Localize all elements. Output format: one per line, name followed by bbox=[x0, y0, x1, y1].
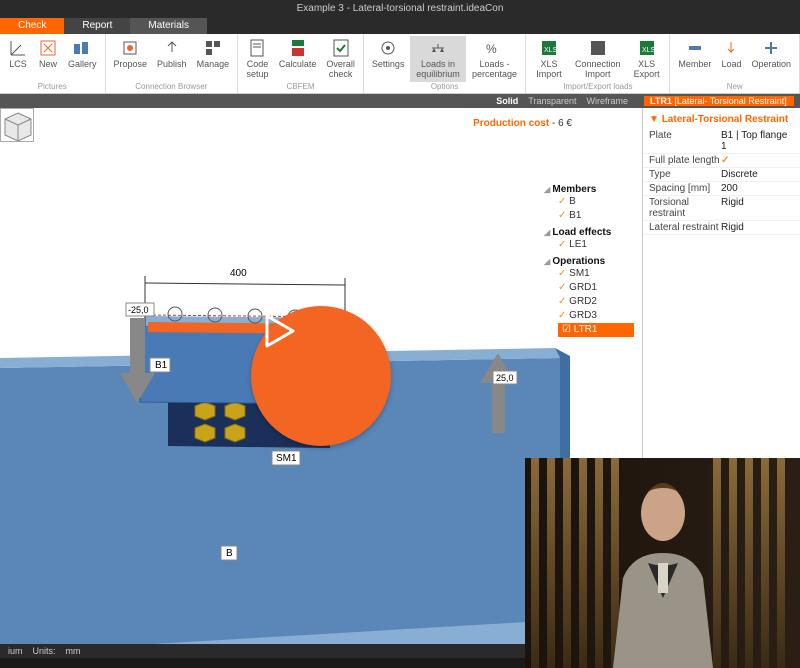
prop-spacing[interactable]: 200 bbox=[721, 183, 794, 194]
tree-item-grd3[interactable]: GRD3 bbox=[558, 309, 634, 323]
operation-button[interactable]: Operation bbox=[747, 36, 795, 82]
load-button[interactable]: Load bbox=[717, 36, 745, 82]
svg-text:XLS: XLS bbox=[642, 47, 656, 54]
lcs-button[interactable]: LCS bbox=[4, 36, 32, 82]
tree-members[interactable]: Members bbox=[544, 184, 634, 195]
production-cost: Production cost - 6 € bbox=[473, 118, 572, 129]
tree-loads[interactable]: Load effects bbox=[544, 227, 634, 238]
play-icon bbox=[251, 306, 301, 356]
view-wireframe[interactable]: Wireframe bbox=[586, 96, 628, 106]
view-solid[interactable]: Solid bbox=[496, 96, 518, 106]
tree-item-ltr1[interactable]: LTR1 bbox=[558, 323, 634, 337]
view-transparent[interactable]: Transparent bbox=[528, 96, 576, 106]
svg-text:XLS: XLS bbox=[544, 47, 558, 54]
prop-lateral[interactable]: Rigid bbox=[721, 222, 794, 233]
tree-operations[interactable]: Operations bbox=[544, 256, 634, 267]
tab-check[interactable]: Check bbox=[0, 18, 64, 34]
label-sm1b: SM1 bbox=[276, 453, 297, 464]
label-b: B bbox=[226, 548, 233, 559]
publish-button[interactable]: Publish bbox=[153, 36, 191, 82]
selection-tag: LTR1 [Lateral- Torsional Restraint] bbox=[644, 96, 794, 106]
tab-report[interactable]: Report bbox=[64, 18, 130, 34]
play-button[interactable] bbox=[251, 306, 391, 446]
presenter-overlay bbox=[525, 458, 800, 668]
calculate-button[interactable]: Calculate bbox=[275, 36, 321, 82]
dim-25: 25,0 bbox=[496, 373, 514, 383]
tree-item-b1[interactable]: B1 bbox=[558, 209, 634, 223]
xls-import-button[interactable]: XLSXLS Import bbox=[530, 36, 567, 82]
xls-export-button[interactable]: XLSXLS Export bbox=[628, 36, 666, 82]
tree-item-le1[interactable]: LE1 bbox=[558, 238, 634, 252]
overall-check-button[interactable]: Overall check bbox=[322, 36, 359, 82]
loads-equilibrium-button[interactable]: Loads in equilibrium bbox=[410, 36, 465, 82]
prop-torsional[interactable]: Rigid bbox=[721, 197, 794, 219]
code-setup-button[interactable]: Code setup bbox=[242, 36, 273, 82]
presenter-icon bbox=[588, 468, 738, 668]
title-bar: Example 3 - Lateral-torsional restraint.… bbox=[0, 0, 800, 18]
tab-materials[interactable]: Materials bbox=[130, 18, 207, 34]
label-b1: B1 bbox=[155, 360, 167, 371]
tree-item-grd2[interactable]: GRD2 bbox=[558, 295, 634, 309]
loads-percentage-button[interactable]: %Loads - percentage bbox=[468, 36, 522, 82]
status-units-label: Units: bbox=[33, 646, 56, 656]
main-tabs: Check Report Materials bbox=[0, 18, 800, 34]
status-left: ium bbox=[8, 646, 23, 656]
prop-plate[interactable]: B1 | Top flange 1 bbox=[721, 130, 794, 152]
status-units-value: mm bbox=[66, 646, 81, 656]
model-tree: Members B B1 Load effects LE1 Operations… bbox=[544, 180, 634, 337]
connection-import-button[interactable]: Connection Import bbox=[570, 36, 626, 82]
member-button[interactable]: Member bbox=[674, 36, 715, 82]
tree-item-b[interactable]: B bbox=[558, 195, 634, 209]
gallery-button[interactable]: Gallery bbox=[64, 36, 101, 82]
new-button[interactable]: New bbox=[34, 36, 62, 82]
manage-button[interactable]: Manage bbox=[193, 36, 234, 82]
settings-button[interactable]: Settings bbox=[368, 36, 409, 82]
tree-item-sm1[interactable]: SM1 bbox=[558, 267, 634, 281]
ribbon: LCS New Gallery Pictures Propose Publish… bbox=[0, 34, 800, 94]
dim-400: 400 bbox=[230, 268, 247, 279]
svg-text:%: % bbox=[486, 42, 497, 56]
props-title[interactable]: Lateral-Torsional Restraint bbox=[643, 108, 800, 129]
tree-item-grd1[interactable]: GRD1 bbox=[558, 281, 634, 295]
prop-full-length[interactable]: ✓ bbox=[721, 155, 794, 166]
dim-neg25a: -25,0 bbox=[128, 305, 149, 315]
propose-button[interactable]: Propose bbox=[110, 36, 152, 82]
view-mode-bar: Solid Transparent Wireframe LTR1 [Latera… bbox=[0, 94, 800, 108]
prop-type[interactable]: Discrete bbox=[721, 169, 794, 180]
view-cube[interactable] bbox=[0, 108, 34, 142]
